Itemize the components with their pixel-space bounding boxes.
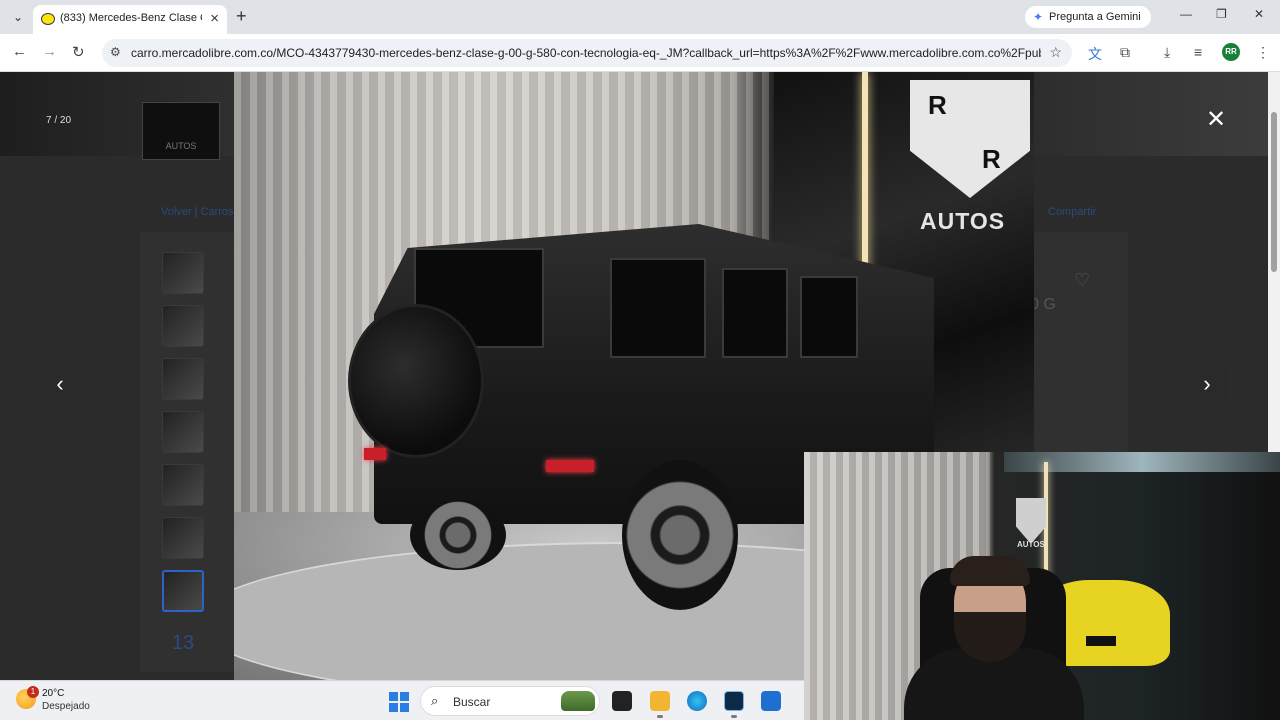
windows-start-icon[interactable]	[389, 692, 409, 712]
active-tab[interactable]: (833) Mercedes-Benz Clase G 0 ×	[33, 5, 227, 34]
more-photos-count[interactable]: 13	[162, 623, 204, 663]
forward-button[interactable]: →	[42, 43, 57, 60]
search-highlight-image	[561, 691, 595, 711]
edge-browser-icon[interactable]	[687, 691, 707, 711]
weather-condition[interactable]: Despejado	[42, 701, 90, 712]
thumbnail[interactable]	[162, 305, 204, 347]
browser-toolbar: ← → ↻ ⚙ carro.mercadolibre.com.co/MCO-43…	[0, 34, 1280, 72]
thumbnail-active[interactable]	[162, 570, 204, 612]
webcam-logo-text: AUTOS	[1017, 540, 1045, 549]
scrollbar-thumb[interactable]	[1271, 112, 1277, 272]
terminal-icon[interactable]	[612, 691, 632, 711]
thumbnail[interactable]	[162, 358, 204, 400]
side-window	[722, 268, 788, 358]
store-logo-text: AUTOS	[165, 141, 197, 151]
rear-wheel	[622, 460, 738, 610]
badge-letter: R	[928, 90, 947, 120]
webcam-overlay: AUTOS	[804, 452, 1280, 720]
badge-letter: R	[982, 144, 1001, 174]
reload-button[interactable]: ↻	[72, 43, 85, 61]
next-photo-button[interactable]: ›	[1186, 364, 1228, 406]
mercadolibre-icon	[41, 13, 55, 25]
restore-button[interactable]: ❐	[1216, 7, 1227, 21]
media-control-icon[interactable]: ≡	[1194, 44, 1202, 60]
menu-kebab-icon[interactable]: ⋮	[1256, 44, 1270, 61]
taillight	[364, 448, 386, 460]
webcam-dealer-logo	[1016, 498, 1046, 544]
breadcrumb[interactable]: Volver | Carros	[161, 206, 234, 218]
address-bar[interactable]: ⚙ carro.mercadolibre.com.co/MCO-43437794…	[102, 39, 1072, 67]
site-info-icon[interactable]: ⚙	[110, 45, 121, 59]
favorite-heart-icon[interactable]: ♡	[1074, 270, 1090, 291]
taskbar-search[interactable]: ⌕ Buscar	[420, 686, 600, 716]
bookmark-star-icon[interactable]: ☆	[1049, 44, 1062, 61]
thumbnail[interactable]	[162, 252, 204, 294]
dealer-badge-text: AUTOS	[920, 208, 1006, 234]
gemini-button[interactable]: ✦ Pregunta a Gemini	[1025, 6, 1151, 28]
thumbnail[interactable]	[162, 517, 204, 559]
running-indicator	[657, 715, 663, 718]
new-tab-button[interactable]: +	[236, 6, 247, 27]
store-icon[interactable]	[761, 691, 781, 711]
share-link[interactable]: Compartir	[1048, 206, 1096, 218]
translate-icon[interactable]: 文	[1088, 44, 1102, 64]
side-window	[610, 258, 706, 358]
thumbnail[interactable]	[162, 464, 204, 506]
back-button[interactable]: ←	[12, 43, 27, 60]
url-text[interactable]: carro.mercadolibre.com.co/MCO-4343779430…	[131, 46, 1041, 60]
lightbox-close-icon[interactable]: ✕	[1206, 108, 1226, 132]
photo-counter: 7 / 20	[46, 115, 72, 126]
tab-close-icon[interactable]: ×	[210, 10, 219, 27]
gemini-label: Pregunta a Gemini	[1049, 11, 1141, 23]
thumbnail-strip: 13	[162, 252, 208, 663]
extensions-icon[interactable]: ⧉	[1120, 44, 1130, 61]
tab-title: (833) Mercedes-Benz Clase G 0	[60, 12, 202, 24]
rear-tire	[410, 500, 506, 570]
download-icon[interactable]: ⤓	[1164, 44, 1170, 61]
search-icon: ⌕	[431, 693, 439, 708]
file-explorer-icon[interactable]	[650, 691, 670, 711]
tab-search-button[interactable]: ⌄	[8, 7, 28, 27]
license-plate	[1086, 636, 1116, 646]
side-window	[800, 276, 858, 358]
weather-notification-badge: 1	[27, 686, 39, 698]
previous-photo-button[interactable]: ‹	[39, 364, 81, 406]
page-scrollbar[interactable]	[1268, 72, 1280, 452]
lightroom-classic-icon[interactable]	[724, 691, 744, 711]
taillight	[546, 460, 594, 472]
windows-taskbar: 1 20°C Despejado ⌕ Buscar	[0, 680, 804, 720]
running-indicator	[731, 715, 737, 718]
search-placeholder: Buscar	[453, 695, 491, 709]
store-logo: AUTOS	[142, 102, 220, 160]
weather-temperature[interactable]: 20°C	[42, 688, 64, 699]
tab-strip: ⌄ (833) Mercedes-Benz Clase G 0 × + ✦ Pr…	[0, 0, 1280, 34]
spare-wheel-cover	[348, 304, 484, 458]
minimize-button[interactable]: —	[1180, 7, 1192, 21]
thumbnail[interactable]	[162, 411, 204, 453]
profile-avatar[interactable]: RR	[1222, 43, 1240, 61]
gemini-spark-icon: ✦	[1033, 10, 1044, 24]
presenter-hair	[950, 556, 1030, 586]
close-window-button[interactable]: ✕	[1254, 7, 1264, 21]
